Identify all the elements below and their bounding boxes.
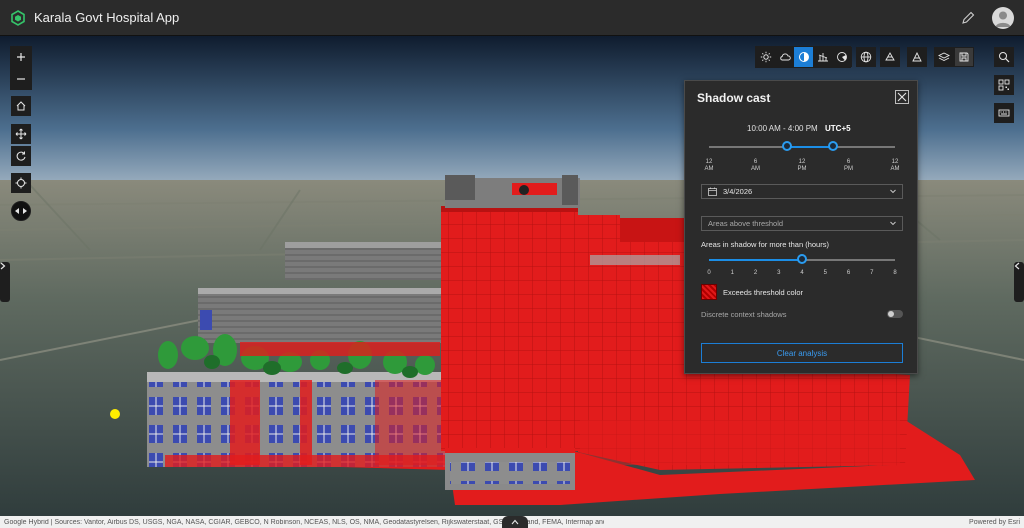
user-icon [995,11,1011,27]
left-panel-expand-tab[interactable] [0,262,10,302]
keyboard-icon [998,109,1010,117]
close-panel-button[interactable] [895,90,909,104]
time-tick-label: 6 PM [844,159,853,172]
chevron-down-icon [890,189,896,194]
threshold-tick-label: 6 [846,270,851,276]
pan-icon [15,128,27,140]
layers-icon [938,52,950,62]
compass-icon [15,177,27,189]
threshold-color-label: Exceeds threshold color [723,288,804,297]
powered-by-esri[interactable]: Powered by Esri [969,519,1020,526]
threshold-color-swatch[interactable] [701,284,717,300]
visualization-value: Areas above threshold [708,219,784,228]
qr-code-icon [998,79,1010,91]
close-icon [897,92,907,102]
visualization-select[interactable]: Areas above threshold [701,216,903,231]
shadow-cast-panel: Shadow cast 10:00 AM - 4:00 PM UTC+5 12 A… [684,80,918,374]
plus-icon [17,53,25,61]
search-button[interactable] [994,47,1014,67]
rotate-icon [16,151,26,161]
measure-button[interactable] [907,47,927,67]
threshold-slider-handle[interactable] [797,254,807,264]
clear-analysis-button[interactable]: Clear analysis [701,343,903,363]
qr-code-button[interactable] [994,75,1014,95]
navigation-toggle-button[interactable] [11,201,31,221]
home-button[interactable] [11,96,31,116]
app-header: Karala Govt Hospital App [0,0,1024,36]
weather-button[interactable] [775,47,795,67]
save-icon [959,52,969,62]
chevron-left-icon [1014,262,1020,270]
time-slider-end-handle[interactable] [828,141,838,151]
app-logo-icon [10,9,26,26]
layer-list-button[interactable] [934,47,954,67]
minus-icon [17,78,25,80]
discrete-shadows-switch[interactable] [887,310,903,318]
threshold-tick-label: 3 [777,270,781,276]
chevron-right-icon [0,262,6,270]
zoom-out-button[interactable] [11,69,31,89]
zoom-in-button[interactable] [11,47,31,67]
threshold-tick-label: 2 [753,270,758,276]
line-of-sight-button[interactable] [813,47,833,67]
threshold-tick-label: 0 [707,270,711,276]
time-slider-range [786,146,833,148]
date-picker[interactable]: 3/4/2026 [701,184,903,199]
rotate-button[interactable] [11,146,31,166]
keyboard-button[interactable] [994,103,1014,123]
viewshed-icon [837,52,847,62]
daylight-button[interactable] [756,47,776,67]
measure-icon [912,51,922,62]
shadow-cast-button[interactable] [794,47,814,67]
pencil-icon [962,11,975,24]
weather-icon [780,53,791,61]
attribution-expand-button[interactable] [502,516,528,528]
right-panel-expand-tab[interactable] [1014,262,1024,302]
compass-button[interactable] [11,173,31,193]
time-slider-start-handle[interactable] [781,141,792,151]
timezone-selector[interactable]: UTC+5 [825,124,851,133]
threshold-tick-label: 8 [893,270,897,276]
user-avatar[interactable] [992,6,1014,29]
viewshed-button[interactable] [832,47,852,67]
threshold-tick-label: 5 [823,270,827,276]
shadow-cast-icon [799,52,809,62]
basemap-gallery-button[interactable] [856,47,876,67]
threshold-tick-label: 7 [870,270,874,276]
chevron-down-icon [890,221,896,226]
save-button[interactable] [954,47,974,67]
time-tick-label: 12 PM [797,159,807,172]
discrete-shadows-label: Discrete context shadows [701,310,787,319]
pan-button[interactable] [11,124,31,144]
calendar-icon [708,187,717,196]
threshold-tick-label: 4 [800,270,804,276]
panel-title: Shadow cast [697,91,771,105]
threshold-tick-label: 1 [730,270,734,276]
app-title: Karala Govt Hospital App [34,10,180,25]
eye-toggle-icon [15,208,27,214]
time-tick-label: 12 AM [704,159,714,172]
line-of-sight-icon [818,53,828,62]
time-tick-label: 12 AM [890,159,900,172]
time-range-label: 10:00 AM - 4:00 PM [747,124,818,133]
home-icon [16,101,26,111]
chevron-up-icon [511,519,519,525]
slice-button[interactable] [880,47,900,67]
slice-icon [885,52,895,61]
search-icon [999,52,1010,63]
globe-icon [860,51,872,63]
threshold-label: Areas in shadow for more than (hours) [701,240,829,249]
threshold-slider-fill [709,259,802,261]
edit-button[interactable] [958,8,978,28]
sun-icon [760,51,772,63]
time-tick-label: 6 AM [751,159,760,172]
date-value: 3/4/2026 [723,187,753,196]
